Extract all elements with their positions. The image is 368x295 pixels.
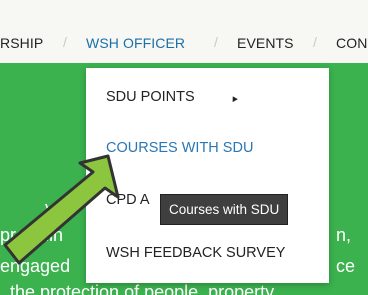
submenu-arrow-icon xyxy=(230,94,238,103)
nav-item-events[interactable]: EVENTS xyxy=(237,35,294,51)
nav-separator: / xyxy=(214,34,218,50)
nav-item-partnership[interactable]: RSHIP xyxy=(0,35,43,51)
nav-separator: / xyxy=(63,34,67,50)
wsh-officer-dropdown: SDU POINTS COURSES WITH SDU CPD A WSH FE… xyxy=(86,68,329,283)
nav-item-con[interactable]: CON xyxy=(336,35,367,51)
hero-text-fragment: n, xyxy=(336,225,352,245)
nav-separator: / xyxy=(313,34,317,50)
nav-item-wsh-officer[interactable]: WSH OFFICER xyxy=(86,35,185,51)
hero-text-line: y C xyxy=(45,198,72,218)
menu-item-cpd[interactable]: CPD A xyxy=(106,192,150,208)
menu-item-courses-with-sdu[interactable]: COURSES WITH SDU xyxy=(106,140,253,156)
hero-text-line: providin xyxy=(0,225,64,245)
tooltip: Courses with SDU xyxy=(160,194,289,225)
hero-text-line: engaged xyxy=(0,256,71,276)
menu-item-wsh-feedback-survey[interactable]: WSH FEEDBACK SURVEY xyxy=(106,245,285,261)
menu-item-sdu-points[interactable]: SDU POINTS xyxy=(106,89,195,105)
hero-text-fragment: ce xyxy=(336,256,356,276)
main-nav: RSHIP / WSH OFFICER / EVENTS / CON xyxy=(0,0,368,63)
hero-text-line: the protection of people, property xyxy=(10,282,275,295)
